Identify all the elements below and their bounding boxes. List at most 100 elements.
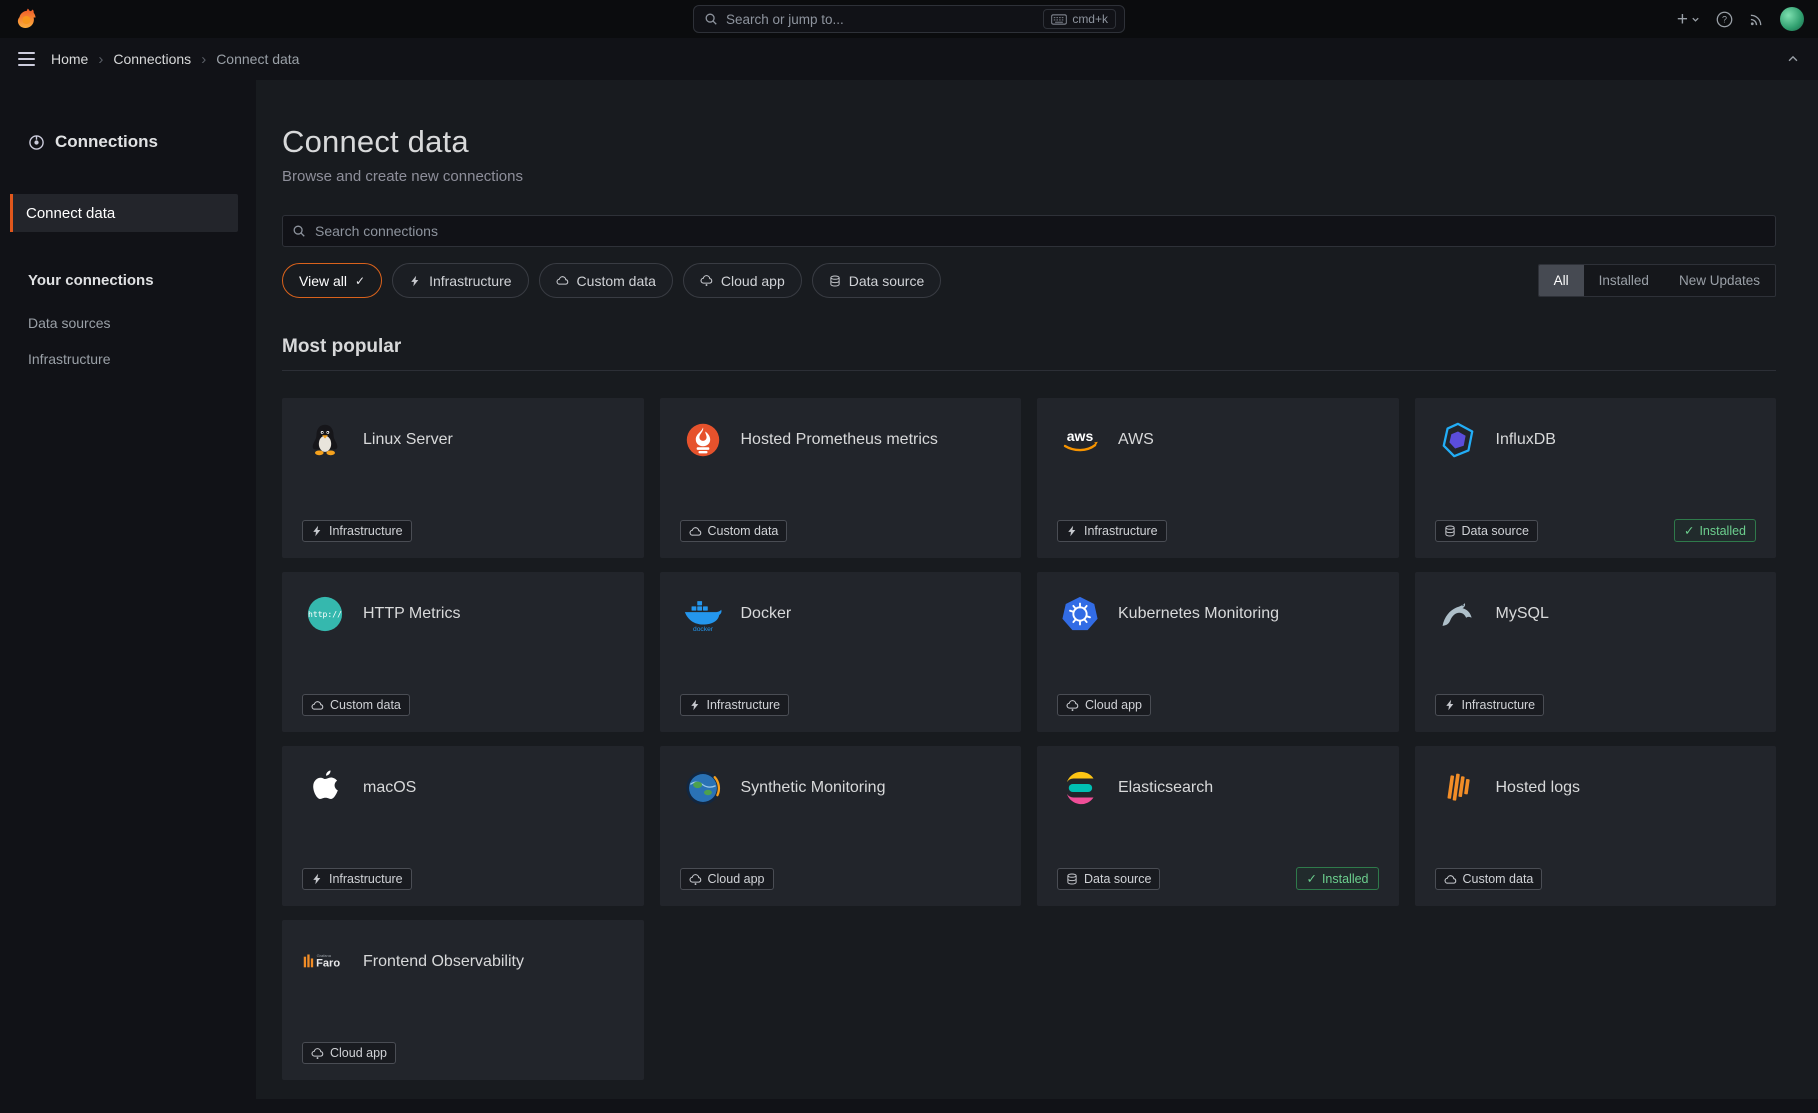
card-title: Hosted Prometheus metrics [741,431,938,449]
card-title: InfluxDB [1496,431,1556,449]
news-button[interactable] [1749,12,1764,27]
bolt-icon [409,275,421,287]
bolt-icon [1444,699,1456,711]
card-title: Docker [741,605,792,623]
breadcrumb-home[interactable]: Home [51,51,88,67]
category-tag-label: Data source [1084,872,1151,886]
connections-search [282,215,1776,247]
card-title: MySQL [1496,605,1549,623]
category-tag-label: Data source [1462,524,1529,538]
cloud-app-icon [689,873,702,886]
filter-chip-data-source[interactable]: Data source [812,263,941,298]
svg-text:docker: docker [692,626,713,633]
menu-toggle-icon[interactable] [18,52,35,66]
bolt-icon [311,525,323,537]
category-tag: Custom data [1435,868,1543,890]
segment-installed[interactable]: Installed [1584,265,1664,296]
user-avatar[interactable] [1780,7,1804,31]
bolt-icon [1066,525,1078,537]
installed-badge-label: Installed [1322,872,1369,886]
segment-new-updates[interactable]: New Updates [1664,265,1775,296]
database-icon [829,275,841,287]
card-title: AWS [1118,431,1154,449]
installed-badge: ✓ Installed [1674,519,1756,542]
connection-card[interactable]: Linux Server Infrastructure ✓ [282,398,644,558]
category-tag: Custom data [680,520,788,542]
sidebar-title-connections[interactable]: Connections [0,132,256,152]
cloud-data-icon [1444,873,1457,886]
cloud-app-icon [700,274,713,287]
top-search[interactable]: cmd+k [693,5,1125,33]
section-divider [282,370,1776,371]
category-tag-label: Cloud app [1085,698,1142,712]
connection-card[interactable]: Elasticsearch Data source ✓ Installed [1037,746,1399,906]
page-title: Connect data [282,124,1776,160]
svg-text:http://: http:// [308,609,342,619]
installed-badge-label: Installed [1699,524,1746,538]
sidebar-section-your-connections[interactable]: Your connections [28,272,256,289]
kubernetes-icon [1057,592,1103,636]
influxdb-icon [1435,418,1481,462]
connection-card[interactable]: http:// HTTP Metrics Custom data ✓ [282,572,644,732]
card-title: Linux Server [363,431,453,449]
connections-search-input[interactable] [282,215,1776,247]
card-title: Synthetic Monitoring [741,779,886,797]
connection-card[interactable]: InfluxDB Data source ✓ Installed [1415,398,1777,558]
category-tag: Data source [1057,868,1160,890]
search-icon [704,12,718,26]
faro-icon: GrafanaFaro [302,940,348,984]
sidebar-active-label: Connect data [26,205,115,222]
card-title: macOS [363,779,416,797]
filter-row: View all ✓ Infrastructure Custom data Cl… [282,263,1776,298]
chevron-down-icon [1691,15,1700,24]
connection-card[interactable]: Hosted logs Custom data ✓ [1415,746,1777,906]
database-icon [1444,525,1456,537]
filter-chip-cloud-app[interactable]: Cloud app [683,263,802,298]
filter-chip-custom-data[interactable]: Custom data [539,263,673,298]
add-menu-button[interactable]: + [1677,10,1700,29]
sidebar: Connections Connect data Your connection… [0,80,256,1113]
mysql-icon [1435,592,1481,636]
svg-text:Faro: Faro [316,957,340,969]
check-icon: ✓ [1306,871,1316,886]
check-icon: ✓ [355,274,365,288]
search-icon [292,224,306,238]
top-navbar: cmd+k + ? [0,0,1818,38]
category-tag-label: Cloud app [330,1046,387,1060]
connection-card[interactable]: Hosted Prometheus metrics Custom data ✓ [660,398,1022,558]
connection-card[interactable]: docker Docker Infrastructure ✓ [660,572,1022,732]
top-search-input[interactable] [726,12,1043,27]
help-icon: ? [1716,11,1733,28]
breadcrumb-connections[interactable]: Connections [113,51,191,67]
bolt-icon [311,873,323,885]
connection-card[interactable]: aws AWS Infrastructure ✓ [1037,398,1399,558]
topnav-actions: + ? [1677,7,1804,31]
bolt-icon [689,699,701,711]
category-tag: Custom data [302,694,410,716]
linux-icon [302,418,348,462]
cloud-app-icon [1066,699,1079,712]
segment-all[interactable]: All [1539,265,1584,296]
connection-card[interactable]: Kubernetes Monitoring Cloud app ✓ [1037,572,1399,732]
loki-icon [1435,766,1481,810]
help-button[interactable]: ? [1716,11,1733,28]
collapse-header-button[interactable] [1786,52,1800,66]
sidebar-item-data-sources[interactable]: Data sources [28,315,256,331]
category-tag-label: Cloud app [708,872,765,886]
grafana-logo-icon[interactable] [14,7,38,31]
install-state-segmented-control: All Installed New Updates [1538,264,1776,297]
connection-card[interactable]: GrafanaFaro Frontend Observability Cloud… [282,920,644,1080]
category-tag-label: Infrastructure [1084,524,1158,538]
connection-card[interactable]: MySQL Infrastructure ✓ [1415,572,1777,732]
section-title-most-popular: Most popular [282,336,1776,358]
sidebar-item-infrastructure[interactable]: Infrastructure [28,351,256,367]
cloud-app-icon [311,1047,324,1060]
category-tag-label: Custom data [1463,872,1534,886]
cloud-data-icon [689,525,702,538]
connection-card[interactable]: Synthetic Monitoring Cloud app ✓ [660,746,1022,906]
view-all-filter-button[interactable]: View all ✓ [282,263,382,298]
connection-card[interactable]: macOS Infrastructure ✓ [282,746,644,906]
check-icon: ✓ [1684,523,1694,538]
sidebar-item-connect-data[interactable]: Connect data [10,194,238,232]
filter-chip-infrastructure[interactable]: Infrastructure [392,263,528,298]
